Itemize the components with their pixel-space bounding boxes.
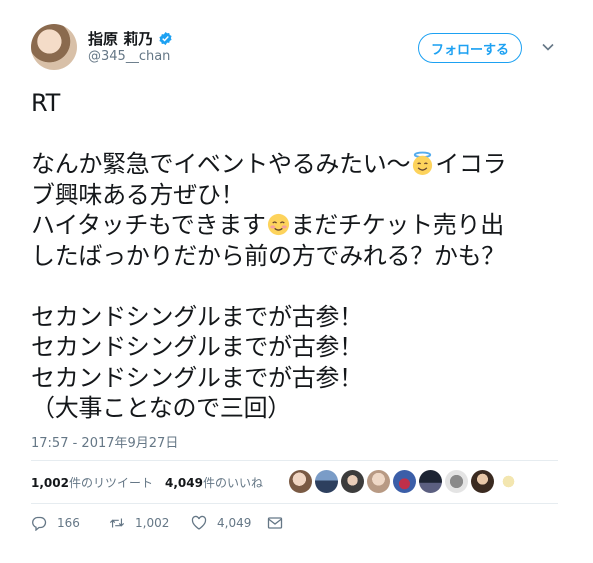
avatar[interactable] [289,470,312,493]
heart-icon [191,515,207,530]
retweet-action-count: 1,002 [135,516,170,530]
engagement-stats: 1,002件のリツイート 4,049件のいいね [31,474,263,491]
smiling-face-with-smiling-eyes-icon [267,213,289,236]
smiling-face-with-halo-icon [413,151,433,176]
avatar[interactable] [471,470,494,493]
tweet-line: なんか緊急でイベントやるみたい〜 [31,150,411,178]
tweet-line: （大事ことなので三回） [31,394,291,422]
avatar[interactable] [393,470,416,493]
reply-button[interactable]: 166 [31,515,109,531]
tweet-line: まだチケット売り出 [290,211,505,239]
like-label: 件のいいね [202,476,263,490]
reply-icon [32,516,47,531]
envelope-icon [267,517,283,529]
liker-avatars [289,470,520,493]
like-button[interactable]: 4,049 [191,515,267,531]
like-action-count: 4,049 [217,516,252,530]
display-name[interactable]: 指原 莉乃 [88,28,153,49]
retweet-label: 件のリツイート [68,476,153,490]
tweet-line: ハイタッチもできます [31,211,266,239]
user-name-row: 指原 莉乃 [88,28,173,49]
direct-message-button[interactable] [267,515,283,531]
user-handle[interactable]: @345__chan [88,49,170,64]
tweet-line: セカンドシングルまでが古参！ [31,333,363,361]
avatar[interactable] [341,470,364,493]
avatar[interactable] [315,470,338,493]
retweet-count: 1,002 [31,476,69,490]
tweet-text: RT なんか緊急でイベントやるみたい〜 イコラ ブ興味ある方ぜひ！ ハイタッチも… [31,88,571,424]
avatar[interactable] [445,470,468,493]
avatar[interactable] [367,470,390,493]
avatar[interactable] [31,24,77,70]
avatar[interactable] [419,470,442,493]
like-count: 4,049 [164,476,203,490]
divider [31,460,558,461]
like-stat[interactable]: 4,049件のいいね [165,474,263,491]
verified-badge-icon [159,31,172,46]
tweet-line: イコラ [435,150,507,178]
tweet-line: したばっかりだから前の方でみれる？かも？ [31,241,505,270]
follow-button[interactable]: フォローする [418,33,522,63]
tweet-line: RT [31,89,60,117]
tweet-actions: 166 1,002 4,049 [31,515,283,531]
tweet-timestamp[interactable]: 17:57 - 2017年9月27日 [31,432,178,451]
retweet-button[interactable]: 1,002 [109,515,191,531]
avatar[interactable] [497,470,520,493]
retweet-icon [109,518,125,528]
reply-count: 166 [57,516,80,530]
tweet-line: セカンドシングルまでが古参！ [31,363,363,392]
tweet-line: ブ興味ある方ぜひ！ [31,180,245,209]
retweet-stat[interactable]: 1,002件のリツイート [31,474,153,491]
divider [31,503,558,504]
tweet-line: セカンドシングルまでが古参！ [31,302,363,331]
chevron-down-icon[interactable] [541,40,555,54]
